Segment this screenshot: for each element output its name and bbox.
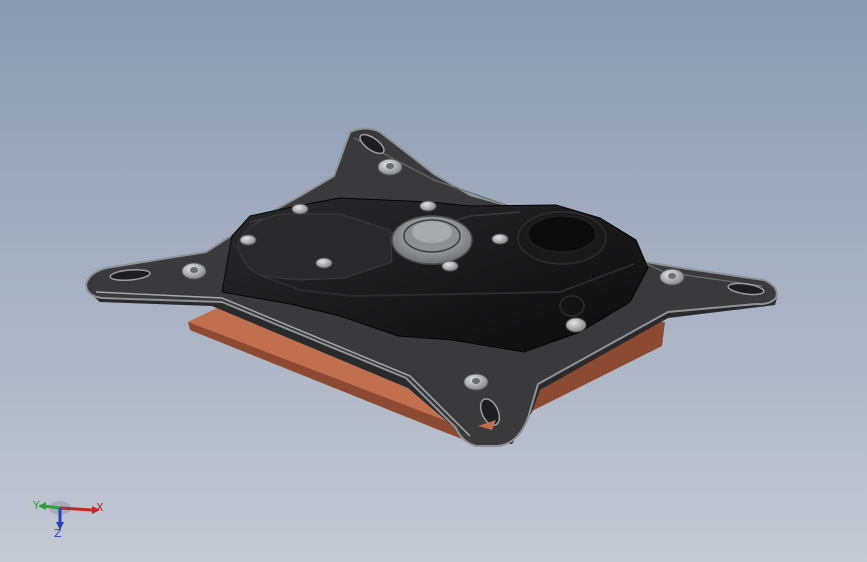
screw-top — [377, 158, 403, 176]
orientation-triad[interactable]: X Y Z — [30, 488, 110, 548]
screw-body-6 — [441, 260, 459, 272]
triad-axes-icon — [38, 501, 100, 530]
screw-left — [181, 262, 207, 280]
screw-right — [659, 268, 685, 286]
3d-viewport[interactable]: X Y Z — [0, 0, 867, 562]
screw-body-2 — [239, 234, 257, 246]
screw-body-7 — [565, 317, 587, 333]
screw-body-1 — [291, 203, 309, 215]
screw-body-5 — [491, 233, 509, 245]
outlet-fitting — [517, 211, 607, 265]
inlet-fitting — [391, 215, 473, 265]
screw-body-4 — [419, 200, 437, 212]
screw-bottom — [463, 373, 489, 391]
screw-body-3 — [315, 257, 333, 269]
axis-x-label: X — [96, 501, 104, 514]
water-block-model[interactable] — [0, 0, 867, 562]
axis-y-label: Y — [33, 499, 40, 512]
axis-z-label: Z — [54, 527, 62, 540]
